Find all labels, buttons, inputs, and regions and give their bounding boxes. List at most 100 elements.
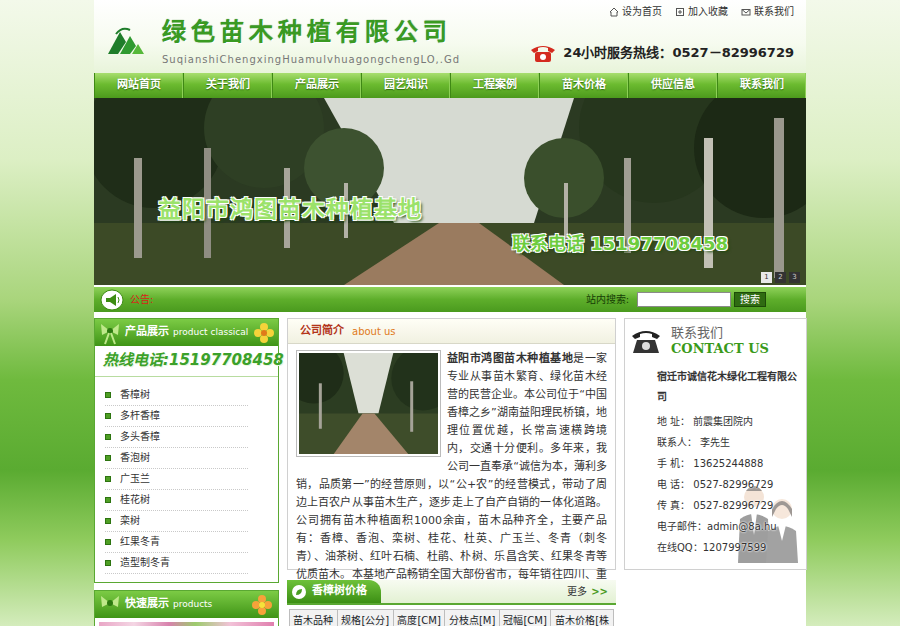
about-lead: 益阳市鸿图苗木种植基地 [447, 352, 573, 365]
product-item[interactable]: 香樟树 [105, 385, 248, 406]
notice-bar: 公告: 站内搜索: 搜索 [94, 287, 806, 312]
quick-title-en: products [173, 598, 212, 612]
product-item-text[interactable]: 多杆香樟 [120, 408, 160, 423]
product-item-text[interactable]: 红果冬青 [120, 534, 160, 549]
mail-icon[interactable] [741, 7, 751, 17]
contact-line: 联系人： 李先生 [657, 432, 802, 453]
slide-dot[interactable]: 3 [789, 272, 800, 283]
quick-box: 快速展示 products [94, 590, 279, 626]
nav-item-link[interactable]: 网站首页 [94, 73, 183, 98]
more-link[interactable]: 更多 >> [567, 580, 616, 603]
product-item[interactable]: 栾树 [105, 511, 248, 532]
bullet-icon [105, 392, 111, 398]
quick-header: 快速展示 products [95, 591, 278, 618]
contact-header: 联系我们 CONTACT US [625, 319, 806, 357]
product-item[interactable]: 造型制冬青 [105, 553, 248, 574]
top-link-text[interactable]: 联系我们 [754, 4, 794, 19]
product-item[interactable]: 红果冬青 [105, 532, 248, 553]
top-link-text[interactable]: 加入收藏 [688, 4, 728, 19]
product-item[interactable]: 香泡树 [105, 448, 248, 469]
banner-title: 益阳市鸿图苗木种植基地 [158, 192, 422, 227]
nav-item-link[interactable]: 园艺知识 [361, 73, 450, 98]
bullet-icon [105, 560, 111, 566]
slide-dots: 123 [761, 272, 800, 283]
product-item-text[interactable]: 桂花树 [120, 492, 150, 507]
contact-title: 联系我们 [671, 325, 769, 341]
flower-icon [250, 593, 274, 617]
nav-item-link[interactable]: 苗木价格 [539, 73, 628, 98]
bookmark-icon[interactable] [675, 7, 685, 17]
site-subtitle: SuqianshiChengxingHuamulvhuagongchengLO,… [162, 52, 460, 67]
top-links: 设为首页 加入收藏 联系我们 [609, 4, 794, 19]
product-item[interactable]: 桂花树 [105, 490, 248, 511]
product-item-text[interactable]: 香泡树 [120, 450, 150, 465]
top-link[interactable]: 设为首页 [609, 4, 662, 19]
price-column: 苗木品种 [290, 610, 338, 626]
bow-icon [99, 321, 121, 345]
bullet-icon [105, 497, 111, 503]
product-item-text[interactable]: 栾树 [120, 513, 140, 528]
slide-dot[interactable]: 2 [775, 272, 786, 283]
product-item-text[interactable]: 多头香樟 [120, 429, 160, 444]
contact-company: 宿迁市诚信花木绿化工程有限公司 [657, 367, 802, 407]
banner-photo [94, 98, 806, 285]
product-item-text[interactable]: 香樟树 [120, 387, 150, 402]
slide-dot[interactable]: 1 [761, 272, 772, 283]
more-arrow[interactable]: >> [591, 584, 608, 599]
bullet-icon [105, 413, 111, 419]
bullet-icon [105, 518, 111, 524]
product-item[interactable]: 多头香樟 [105, 427, 248, 448]
product-hotline: 热线电话:15197708458 [95, 346, 278, 377]
contact-line: 手 机： 13625244888 [657, 453, 802, 474]
telephone-icon [629, 327, 663, 355]
bullet-icon [105, 455, 111, 461]
hotline: 24小时服务热线：0527－82996729 [529, 43, 794, 63]
price-column: 苗木价格[株 [551, 610, 614, 626]
bullet-icon [105, 476, 111, 482]
search-button[interactable]: 搜索 [734, 292, 766, 307]
main-nav: 网站首页关于我们产品展示园艺知识工程案例苗木价格供应信息联系我们 [94, 73, 806, 98]
logo-icon [106, 26, 146, 56]
price-title: 香樟树价格 [312, 583, 367, 600]
nav-item-link[interactable]: 关于我们 [183, 73, 272, 98]
product-header: 产品展示 product classical [95, 319, 278, 346]
about-photo [296, 350, 441, 457]
more-text[interactable]: 更多 [567, 584, 587, 599]
price-column: 规格[公分] [337, 610, 393, 626]
nav-item-link[interactable]: 工程案例 [450, 73, 539, 98]
product-item-text[interactable]: 造型制冬青 [120, 555, 170, 570]
product-title-en: product classical [173, 326, 248, 340]
flower-icon [252, 321, 276, 345]
nav-item-link[interactable]: 联系我们 [717, 73, 806, 98]
about-title: 公司简介 [300, 323, 344, 340]
price-column: 分枝点[M] [445, 610, 500, 626]
banner-phone: 联系电话 15197708458 [512, 230, 728, 257]
contact-line: 在线QQ：1207997599 [657, 537, 802, 558]
banner: 益阳市鸿图苗木种植基地 联系电话 15197708458 123 [94, 98, 806, 285]
middle-column: 公司简介 about us [287, 318, 616, 626]
bullet-icon [105, 539, 111, 545]
product-box: 产品展示 product classical 热线电话:15197708458 … [94, 318, 279, 583]
price-table: 苗木品种规格[公分]高度[CM]分枝点[M]冠幅[CM]苗木价格[株 [289, 609, 614, 626]
product-item[interactable]: 多杆香樟 [105, 406, 248, 427]
quick-photo [99, 622, 274, 626]
about-header: 公司简介 about us [288, 319, 615, 344]
contact-lines: 地 址： 前震集团院内联系人： 李先生手 机： 13625244888电 话： … [657, 411, 802, 558]
contact-body: 宿迁市诚信花木绿化工程有限公司 地 址： 前震集团院内联系人： 李先生手 机： … [625, 357, 806, 558]
right-column: 联系我们 CONTACT US 宿迁市诚信花木绿化工程有限公司 地 址： 前震集… [624, 318, 807, 570]
product-item-text[interactable]: 广玉兰 [120, 471, 150, 486]
about-title-en: about us [352, 324, 396, 339]
phone-icon [529, 43, 557, 63]
hotline-text: 24小时服务热线：0527－82996729 [563, 43, 794, 63]
notice-label: 公告: [130, 292, 153, 307]
nav-item-link[interactable]: 产品展示 [272, 73, 361, 98]
top-link-text[interactable]: 设为首页 [622, 4, 662, 19]
contact-line: 传 真： 0527-82996729 [657, 495, 802, 516]
nav-item-link[interactable]: 供应信息 [628, 73, 717, 98]
top-link[interactable]: 联系我们 [741, 4, 794, 19]
product-item[interactable]: 广玉兰 [105, 469, 248, 490]
price-column: 冠幅[CM] [499, 610, 550, 626]
home-icon[interactable] [609, 7, 619, 17]
search-input[interactable] [637, 292, 731, 307]
top-link[interactable]: 加入收藏 [675, 4, 728, 19]
